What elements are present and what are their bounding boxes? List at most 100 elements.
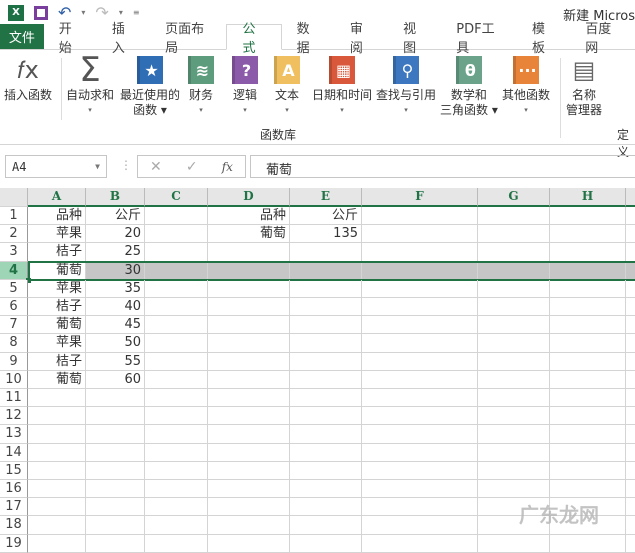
row-header-9[interactable]: 9 [0,352,28,371]
name-box[interactable]: A4 ▼ [5,155,107,178]
cell-I17[interactable] [626,498,635,517]
column-header-A[interactable]: A [28,188,86,207]
cell-D7[interactable] [208,316,290,335]
cell-D9[interactable] [208,352,290,371]
cell-I6[interactable] [626,298,635,317]
cell-B18[interactable] [86,516,145,535]
cell-B11[interactable] [86,389,145,408]
cell-G5[interactable] [478,279,550,298]
cell-E3[interactable] [290,243,362,262]
cell-C9[interactable] [145,352,208,371]
cell-C5[interactable] [145,279,208,298]
cell-H1[interactable] [550,207,626,226]
cell-C1[interactable] [145,207,208,226]
row-header-10[interactable]: 10 [0,370,28,389]
cell-F9[interactable] [362,352,478,371]
cell-B5[interactable]: 35 [86,279,145,298]
customize-toolbar-icon[interactable]: ≡ [133,8,140,17]
cell-D6[interactable] [208,298,290,317]
cell-I8[interactable] [626,334,635,353]
row-header-5[interactable]: 5 [0,279,28,298]
cell-G16[interactable] [478,480,550,499]
cell-A8[interactable]: 苹果 [28,334,86,353]
cell-F12[interactable] [362,407,478,426]
cell-G7[interactable] [478,316,550,335]
cell-E5[interactable] [290,279,362,298]
cell-I3[interactable] [626,243,635,262]
cell-G14[interactable] [478,443,550,462]
tab-8[interactable]: PDF工具 [441,22,517,56]
ribbon-button-9[interactable]: ··· 其他函数 ▾ [502,56,550,118]
cell-D15[interactable] [208,461,290,480]
cell-A19[interactable] [28,534,86,553]
cell-G9[interactable] [478,352,550,371]
cell-G10[interactable] [478,370,550,389]
cell-F5[interactable] [362,279,478,298]
cell-E18[interactable] [290,516,362,535]
cell-D14[interactable] [208,443,290,462]
cell-D5[interactable] [208,279,290,298]
cell-H5[interactable] [550,279,626,298]
cell-F7[interactable] [362,316,478,335]
cell-D2[interactable]: 葡萄 [208,225,290,244]
cell-H10[interactable] [550,370,626,389]
ribbon-button-3[interactable]: ≋ 财务 ▾ [188,56,214,118]
cell-A6[interactable]: 桔子 [28,298,86,317]
cell-C7[interactable] [145,316,208,335]
cell-C3[interactable] [145,243,208,262]
cell-A5[interactable]: 苹果 [28,279,86,298]
cell-A17[interactable] [28,498,86,517]
cell-I9[interactable] [626,353,635,371]
cell-E1[interactable]: 公斤 [290,207,362,226]
cell-H3[interactable] [550,243,626,262]
enter-icon[interactable]: ✓ [186,159,198,175]
cell-G3[interactable] [478,243,550,262]
cell-D10[interactable] [208,370,290,389]
formula-input[interactable]: 葡萄 [250,155,635,178]
cell-C16[interactable] [145,480,208,499]
column-header-I[interactable] [626,188,635,207]
ribbon-button-7[interactable]: ⚲ 查找与引用 ▾ [376,56,436,118]
cell-D3[interactable] [208,243,290,262]
cell-H7[interactable] [550,316,626,335]
cell-G6[interactable] [478,298,550,317]
row-header-7[interactable]: 7 [0,316,28,335]
cell-A16[interactable] [28,480,86,499]
cell-A9[interactable]: 桔子 [28,352,86,371]
cell-I5[interactable] [626,280,635,298]
cell-A18[interactable] [28,516,86,535]
cell-A14[interactable] [28,443,86,462]
cell-F13[interactable] [362,425,478,444]
tab-6[interactable]: 审阅 [335,22,388,56]
cell-F11[interactable] [362,389,478,408]
cell-G2[interactable] [478,225,550,244]
cell-C17[interactable] [145,498,208,517]
cell-E15[interactable] [290,461,362,480]
cell-F14[interactable] [362,443,478,462]
ribbon-button-2[interactable]: ★ 最近使用的 函数 ▾ [120,56,180,118]
redo-icon[interactable]: ↷ [95,3,108,22]
tab-3[interactable]: 页面布局 [150,22,226,56]
cell-H9[interactable] [550,352,626,371]
cell-F1[interactable] [362,207,478,226]
row-header-17[interactable]: 17 [0,498,28,517]
cell-F8[interactable] [362,334,478,353]
cell-F6[interactable] [362,298,478,317]
row-header-15[interactable]: 15 [0,461,28,480]
cell-F2[interactable] [362,225,478,244]
cell-I15[interactable] [626,462,635,480]
cell-H11[interactable] [550,389,626,408]
cell-A1[interactable]: 品种 [28,207,86,226]
cell-I10[interactable] [626,371,635,389]
cell-F19[interactable] [362,534,478,553]
cell-C13[interactable] [145,425,208,444]
cell-H6[interactable] [550,298,626,317]
cell-E6[interactable] [290,298,362,317]
cell-C2[interactable] [145,225,208,244]
cell-E19[interactable] [290,534,362,553]
cell-F17[interactable] [362,498,478,517]
cell-E13[interactable] [290,425,362,444]
row-header-19[interactable]: 19 [0,534,28,553]
cell-H14[interactable] [550,443,626,462]
cell-D11[interactable] [208,389,290,408]
